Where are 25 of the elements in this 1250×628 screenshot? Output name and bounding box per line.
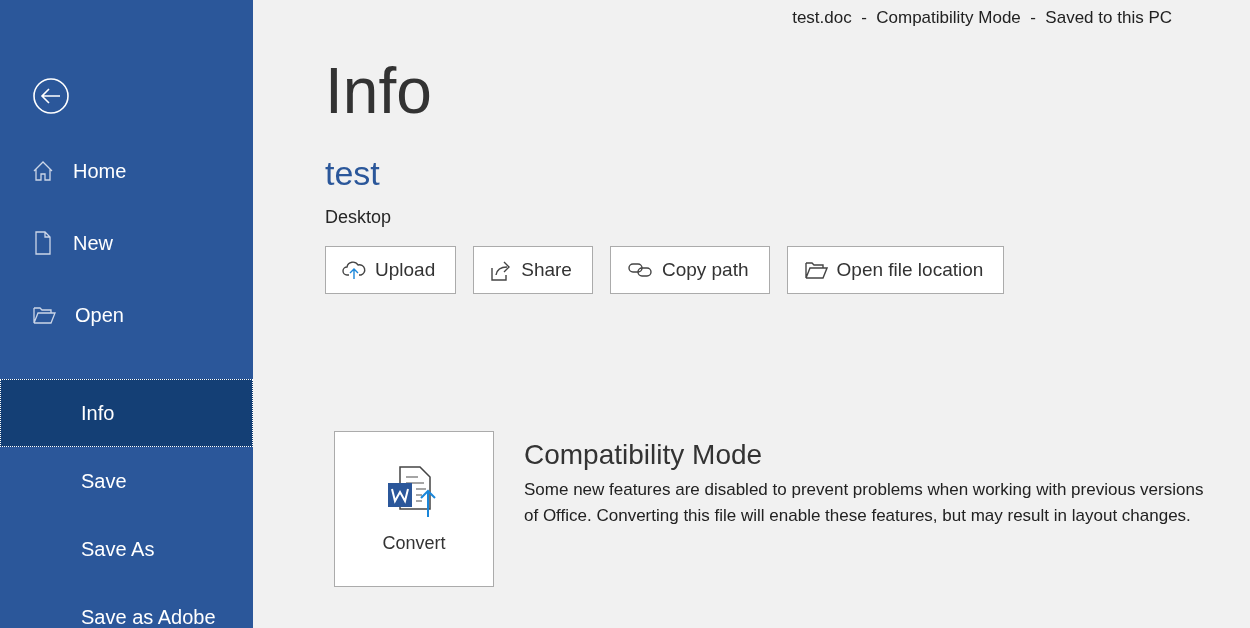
action-button[interactable]: Share: [473, 246, 593, 294]
sidebar-item[interactable]: Open: [0, 279, 253, 351]
document-icon: [32, 231, 54, 255]
folder-icon: [803, 260, 828, 280]
document-name: test: [325, 154, 381, 193]
action-button[interactable]: Upload: [325, 246, 457, 294]
action-button[interactable]: Copy path: [609, 246, 770, 294]
action-button[interactable]: Open file location: [786, 246, 1005, 294]
section-description: Some new features are disabled to prevent problems when working with previous versions of Office. Converting this file will enable these features, but may result in layout changes.: [524, 479, 1205, 527]
home-icon: [32, 160, 54, 182]
title-bar-text: test.doc - Compatibility Mode - Saved to this PC: [792, 8, 1172, 28]
sidebar-item[interactable]: Save as Adobe: [0, 583, 253, 628]
sidebar-item[interactable]: Save As: [0, 515, 253, 583]
sidebar-item[interactable]: Home: [0, 135, 253, 207]
sidebar-item[interactable]: Info: [0, 379, 253, 447]
section-title: Compatibility Mode: [524, 439, 764, 471]
link-icon: [626, 261, 653, 279]
cloud-upload-icon: [342, 260, 366, 280]
back-button[interactable]: [31, 76, 71, 116]
page-heading: Info: [325, 54, 433, 128]
folder-icon: [32, 305, 56, 325]
sidebar-item[interactable]: New: [0, 207, 253, 279]
sidebar-item[interactable]: Save: [0, 447, 253, 515]
convert-button[interactable]: Convert: [334, 431, 494, 587]
location-text: Desktop: [325, 207, 393, 228]
